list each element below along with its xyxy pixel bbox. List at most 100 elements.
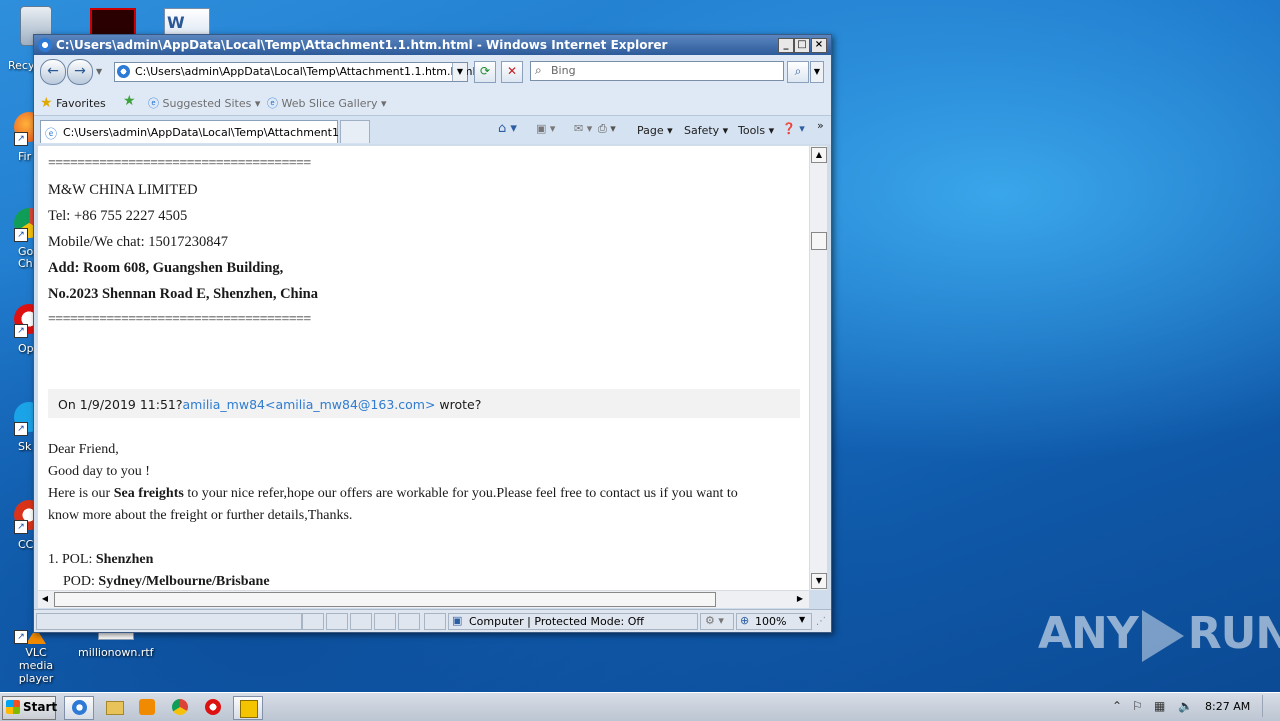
firefox-shortcut[interactable]: ↗ Fir — [0, 112, 44, 168]
pol-line: 1. POL: Shenzhen — [48, 552, 153, 568]
window-titlebar[interactable]: C:\Users\admin\AppData\Local\Temp\Attach… — [34, 35, 831, 55]
play-logo-icon — [1141, 610, 1184, 662]
tab-active[interactable]: ⓔ C:\Users\admin\AppData\Local\Temp\Atta… — [40, 120, 363, 143]
status-cell — [326, 613, 348, 630]
scroll-thumb[interactable] — [811, 232, 827, 250]
app-icon — [240, 700, 258, 718]
page-menu[interactable]: Page ▾ — [637, 124, 673, 137]
sender-email-link[interactable]: amilia_mw84<amilia_mw84@163.com> — [183, 397, 436, 412]
body-line-4: know more about the freight or further d… — [48, 508, 353, 523]
web-slice-gallery-link[interactable]: ⓔ Web Slice Gallery ▾ — [267, 95, 387, 111]
horizontal-scroll-thumb[interactable] — [54, 592, 716, 607]
pod-line: POD: Sydney/Melbourne/Brisbane — [63, 574, 270, 590]
toolbar-overflow-button[interactable]: » — [817, 119, 824, 132]
clock[interactable]: 8:27 AM — [1205, 700, 1250, 713]
greeting-line: Dear Friend, — [48, 442, 119, 457]
close-button[interactable]: × — [811, 38, 827, 53]
folder-icon — [106, 701, 124, 715]
chevron-down-icon: ▼ — [799, 615, 806, 624]
address-dropdown-button[interactable]: ▼ — [452, 63, 467, 81]
suggested-sites-link[interactable]: ⓔ Suggested Sites ▾ — [148, 95, 260, 111]
forward-button[interactable]: → — [67, 59, 93, 85]
ie-page-icon: ⓔ — [148, 97, 159, 110]
taskbar-media-player[interactable] — [133, 696, 161, 718]
status-text-cell — [36, 613, 302, 630]
status-cell — [302, 613, 324, 630]
pol-label: 1. POL: — [48, 552, 96, 567]
new-tab-button[interactable] — [340, 120, 370, 143]
taskbar-explorer[interactable] — [100, 696, 128, 718]
favorites-button[interactable]: ★ Favorites — [40, 95, 106, 111]
pod-label: POD: — [63, 574, 99, 589]
volume-icon[interactable]: 🔈 — [1178, 699, 1193, 713]
search-box[interactable]: ⌕ Bing — [530, 61, 784, 81]
skype-shortcut[interactable]: ↗ Sk — [0, 402, 44, 458]
popup-blocker-button[interactable]: ⚙ ▾ — [700, 613, 734, 630]
minimize-button[interactable]: _ — [778, 38, 794, 53]
body-line-2: Good day to you ! — [48, 464, 150, 479]
scroll-left-button[interactable]: ◀ — [39, 592, 51, 605]
feeds-button[interactable]: ▣ ▾ — [536, 122, 555, 135]
taskbar-app[interactable] — [233, 696, 263, 720]
zoom-icon: ⊕ — [740, 614, 750, 627]
word-file-icon[interactable]: W — [164, 8, 210, 36]
status-bar: ▣ Computer | Protected Mode: Off ⚙ ▾ ⊕ 1… — [34, 609, 831, 632]
status-cell — [424, 613, 446, 630]
vlc-shortcut[interactable]: ↗ VLC media player — [0, 628, 72, 685]
window-title: C:\Users\admin\AppData\Local\Temp\Attach… — [56, 38, 668, 52]
resize-grip-icon[interactable]: ⋰ — [816, 616, 826, 627]
taskbar-ie[interactable] — [64, 696, 94, 720]
vertical-scrollbar[interactable]: ▲ ▼ — [809, 146, 827, 590]
search-button[interactable]: ⌕ — [787, 61, 809, 83]
print-button[interactable]: ⎙ ▾ — [598, 122, 616, 136]
network-icon[interactable]: ▦ — [1154, 699, 1165, 713]
zoom-button[interactable]: ⊕ 100% ▼ — [736, 613, 812, 630]
ccleaner-shortcut[interactable]: ↗ CCl — [0, 500, 44, 556]
start-button[interactable]: Start — [2, 696, 57, 720]
ie-page-icon: ⓔ — [45, 127, 58, 141]
ie-window: C:\Users\admin\AppData\Local\Temp\Attach… — [33, 34, 832, 633]
security-zone[interactable]: ▣ Computer | Protected Mode: Off — [448, 613, 698, 630]
help-button[interactable]: ❓ ▾ — [782, 122, 805, 135]
scroll-up-button[interactable]: ▲ — [811, 147, 827, 163]
address-bar[interactable]: C:\Users\admin\AppData\Local\Temp\Attach… — [114, 62, 476, 82]
recent-pages-dropdown[interactable]: ▼ — [96, 67, 102, 76]
show-hidden-icons-button[interactable]: ⌃ — [1112, 699, 1122, 713]
back-button[interactable]: ← — [40, 59, 66, 85]
zoom-level: 100% — [755, 615, 787, 628]
opera-shortcut[interactable]: ↗ Op — [0, 304, 44, 360]
stop-button[interactable]: ✕ — [501, 61, 523, 83]
maximize-button[interactable]: □ — [794, 38, 810, 53]
search-input: Bing — [551, 64, 576, 77]
signature-address-1: Add: Room 608, Guangshen Building, — [48, 260, 284, 276]
rtf-file-shortcut[interactable]: millionown.rtf — [74, 628, 154, 668]
windows-logo-icon — [6, 700, 20, 714]
shield-icon: ⚙ ▾ — [705, 614, 724, 627]
computer-icon: ▣ — [452, 614, 463, 627]
ie-logo-icon — [38, 38, 52, 52]
flag-icon[interactable]: ⚐ — [1132, 699, 1143, 713]
vlc-label: VLC media player — [18, 646, 54, 685]
chrome-shortcut[interactable]: ↗ Go Chr — [0, 208, 44, 270]
home-button[interactable]: ⌂ ▾ — [498, 121, 517, 136]
tools-menu[interactable]: Tools ▾ — [738, 124, 774, 137]
opera-icon — [205, 699, 221, 715]
taskbar-opera[interactable] — [199, 696, 227, 718]
signature-tel: Tel: +86 755 2227 4505 — [48, 208, 188, 224]
mail-button[interactable]: ✉ ▾ — [574, 122, 592, 135]
opera-label: Op — [18, 342, 34, 355]
scroll-down-button[interactable]: ▼ — [811, 573, 827, 589]
horizontal-scrollbar[interactable]: ◀ ▶ — [38, 590, 809, 608]
pod-value: Sydney/Melbourne/Brisbane — [98, 574, 270, 589]
compatibility-refresh-button[interactable]: ⟳ — [474, 61, 496, 83]
shortcut-arrow-icon: ↗ — [14, 324, 28, 338]
safety-menu[interactable]: Safety ▾ — [684, 124, 728, 137]
add-to-favorites-icon[interactable]: ★ — [123, 93, 136, 109]
quote-prefix: On 1/9/2019 11:51? — [58, 397, 183, 412]
taskbar-chrome[interactable] — [166, 696, 194, 718]
show-desktop-button[interactable] — [1262, 695, 1277, 717]
page-menu-label: Page — [637, 124, 664, 137]
search-options-dropdown[interactable]: ▼ — [810, 61, 824, 83]
address-value: C:\Users\admin\AppData\Local\Temp\Attach… — [135, 65, 476, 78]
scroll-right-button[interactable]: ▶ — [794, 592, 806, 605]
